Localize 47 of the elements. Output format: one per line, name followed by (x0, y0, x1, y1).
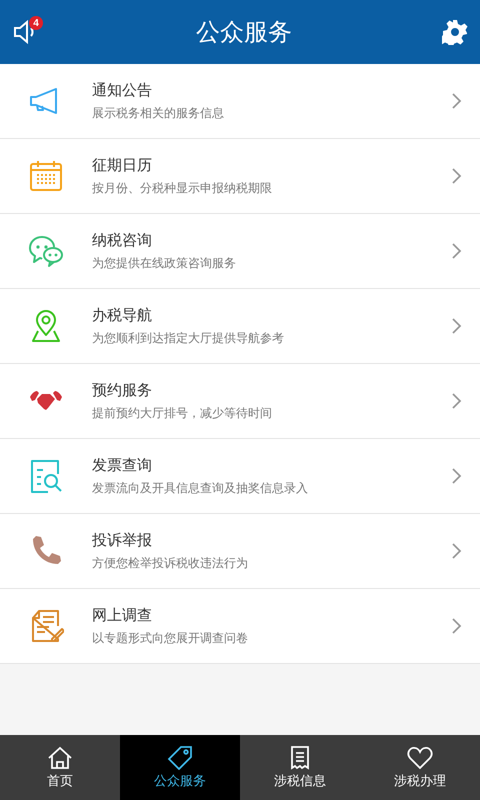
service-title: 纳税咨询 (92, 230, 153, 250)
settings-icon (442, 19, 468, 45)
nav-tab[interactable]: 首页 (0, 735, 120, 800)
document-search-icon (28, 458, 64, 494)
service-description: 按月份、分税种显示申报纳税期限 (92, 180, 273, 196)
announcement-button[interactable]: 4 (12, 15, 46, 49)
chevron-right-icon (452, 93, 462, 109)
chevron-right-icon (452, 393, 462, 409)
chevron-right-icon (452, 318, 462, 334)
nav-tab[interactable]: 涉税办理 (360, 735, 480, 800)
service-title: 通知公告 (92, 80, 153, 100)
service-description: 提前预约大厅排号，减少等待时间 (92, 404, 273, 422)
home-icon (47, 746, 73, 770)
service-row[interactable]: 网上调查 以专题形式向您展开调查问卷 (0, 589, 480, 664)
service-row[interactable]: 通知公告 展示税务相关的服务信息 (0, 64, 480, 139)
chevron-right-icon (452, 468, 462, 484)
page-title: 公众服务 (196, 17, 292, 48)
service-description: 以专题形式向您展开调查问卷 (92, 630, 249, 646)
service-row[interactable]: 征期日历 按月份、分税种显示申报纳税期限 (0, 139, 480, 214)
notification-count: 4 (29, 16, 43, 30)
service-row[interactable]: 纳税咨询 为您提供在线政策咨询服务 (0, 214, 480, 289)
nav-tab[interactable]: 涉税信息 (240, 735, 360, 800)
chevron-right-icon (452, 543, 462, 559)
service-title: 办税导航 (92, 306, 153, 324)
service-description: 方便您检举投诉税收违法行为 (92, 554, 249, 572)
service-title: 发票查询 (92, 456, 153, 474)
service-title: 预约服务 (92, 380, 153, 400)
service-description: 为您顺利到达指定大厅提供导航参考 (92, 330, 285, 346)
service-title: 征期日历 (92, 156, 153, 174)
service-row[interactable]: 投诉举报 方便您检举投诉税收违法行为 (0, 514, 480, 589)
service-description: 展示税务相关的服务信息 (92, 104, 225, 122)
settings-button[interactable] (442, 19, 468, 45)
service-row[interactable]: 发票查询 发票流向及开具信息查询及抽奖信息录入 (0, 439, 480, 514)
heart-icon (407, 746, 433, 770)
service-description: 发票流向及开具信息查询及抽奖信息录入 (92, 480, 309, 496)
service-title: 网上调查 (92, 606, 153, 624)
tag-icon (167, 746, 193, 770)
chevron-right-icon (452, 618, 462, 634)
nav-tab[interactable]: 公众服务 (120, 735, 240, 800)
chat-bubbles-icon (28, 233, 64, 269)
service-row[interactable]: 预约服务 提前预约大厅排号，减少等待时间 (0, 364, 480, 439)
chevron-right-icon (452, 168, 462, 184)
service-row[interactable]: 办税导航 为您顺利到达指定大厅提供导航参考 (0, 289, 480, 364)
chevron-right-icon (452, 243, 462, 259)
calendar-icon (28, 158, 64, 194)
service-title: 投诉举报 (92, 530, 153, 550)
service-description: 为您提供在线政策咨询服务 (92, 254, 237, 272)
